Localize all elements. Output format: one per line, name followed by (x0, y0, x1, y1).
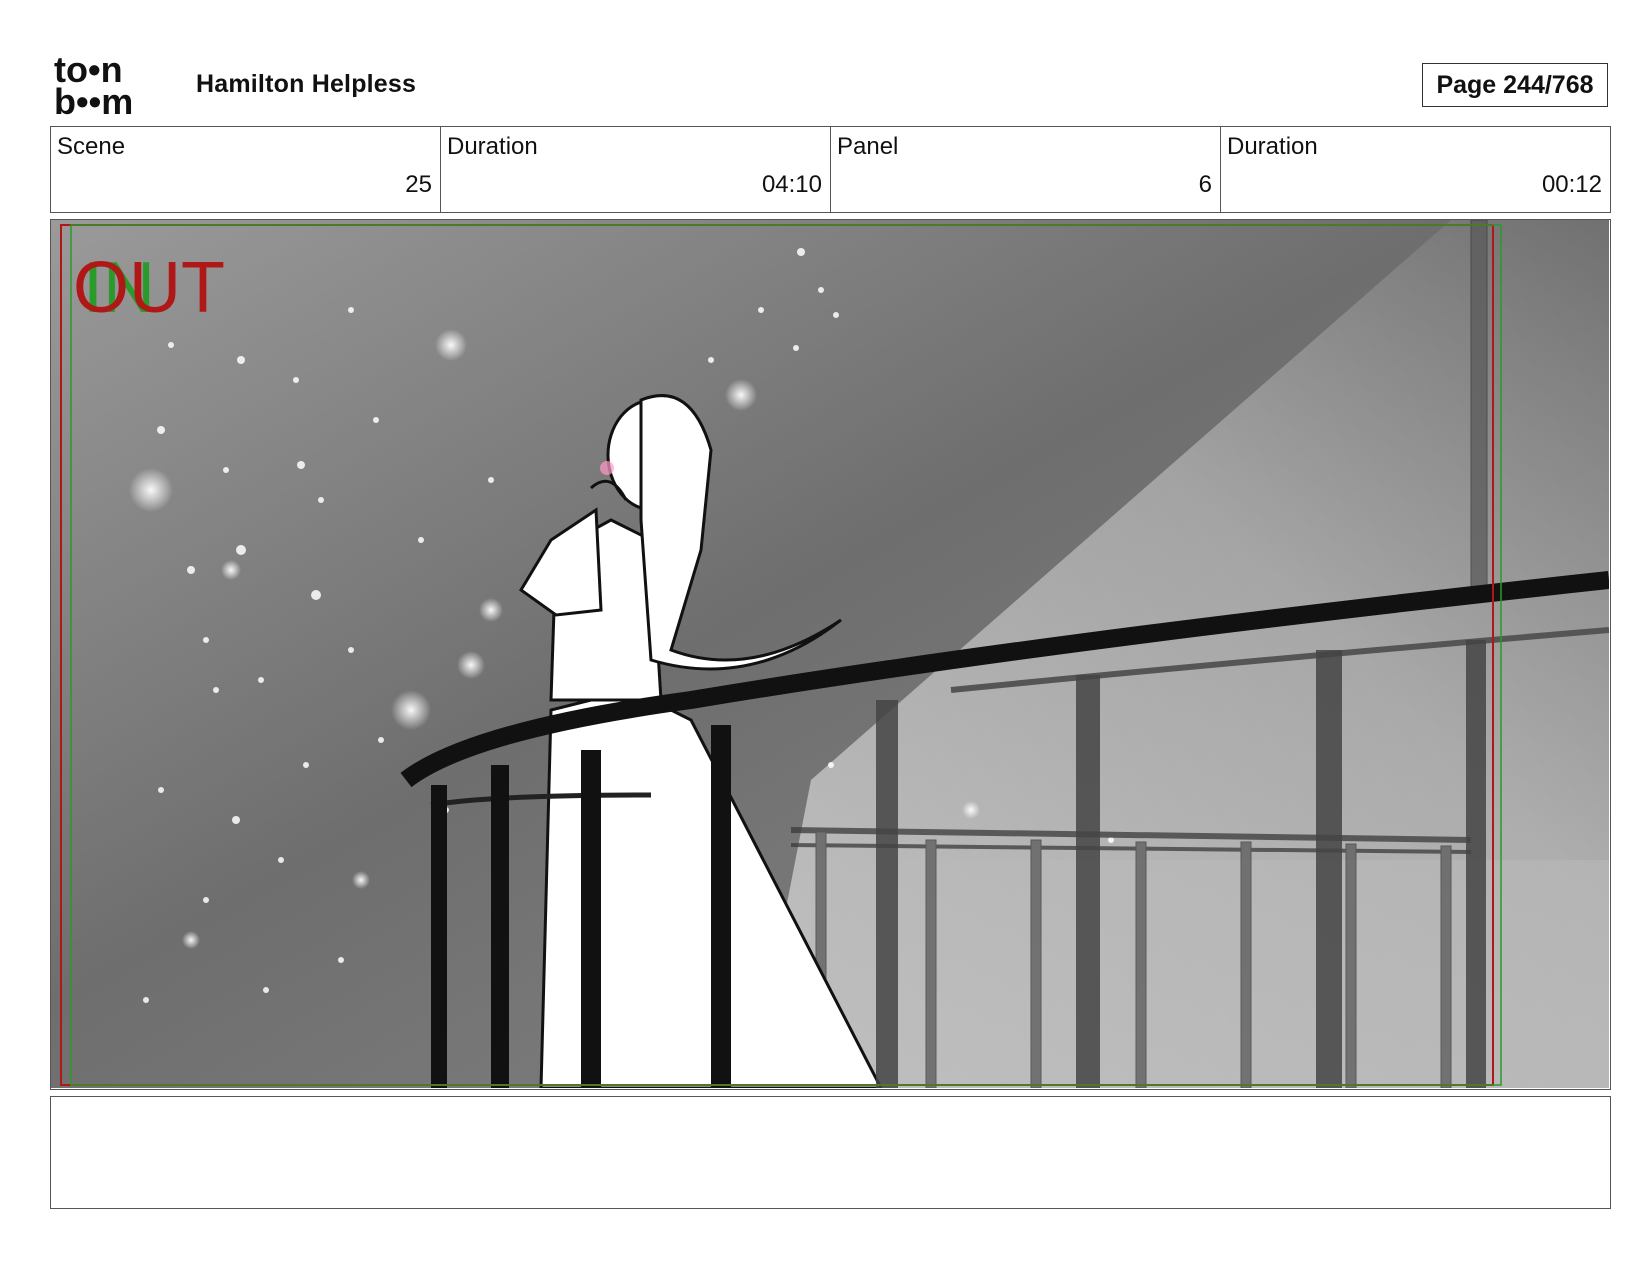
scene-cell: Scene 25 (51, 127, 441, 212)
scene-duration-value: 04:10 (761, 171, 822, 198)
scene-info-row: Scene 25 Duration 04:10 Panel 6 Duration… (50, 126, 1611, 213)
project-title: Hamilton Helpless (196, 70, 417, 98)
logo-text-bottom: b••m (54, 81, 133, 118)
panel-duration-value: 00:12 (1541, 171, 1602, 198)
scene-duration-cell: Duration 04:10 (441, 127, 831, 212)
out-marker: OUT (73, 248, 225, 328)
panel-notes-box[interactable] (50, 1096, 1611, 1209)
page-number: Page 244/768 (1422, 63, 1608, 107)
scene-label: Scene (57, 133, 126, 160)
panel-duration-cell: Duration 00:12 (1221, 127, 1610, 212)
panel-label: Panel (837, 133, 899, 160)
storyboard-panel: IN OUT (50, 219, 1611, 1090)
panel-value: 6 (1198, 171, 1212, 198)
toonboom-logo: to•n b••m (52, 49, 172, 122)
panel-duration-label: Duration (1227, 133, 1318, 160)
scene-duration-label: Duration (447, 133, 538, 160)
scene-value: 25 (405, 171, 432, 198)
panel-drawing: IN OUT (51, 220, 1609, 1088)
panel-cell: Panel 6 (831, 127, 1221, 212)
